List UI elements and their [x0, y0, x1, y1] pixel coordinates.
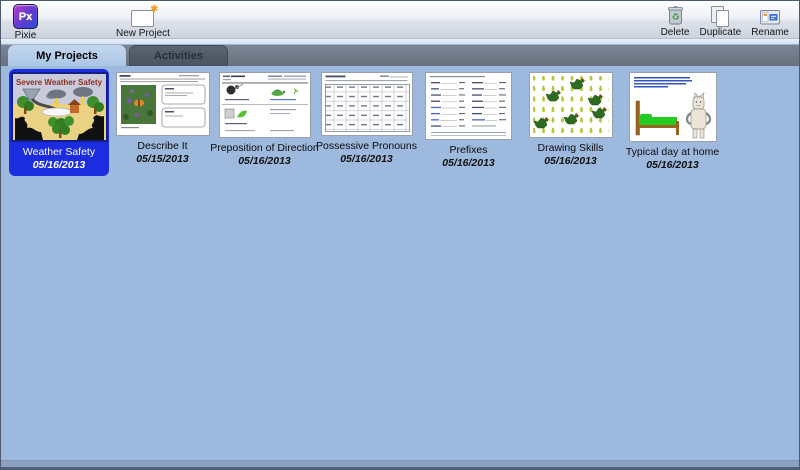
- project-date: 05/16/2013: [646, 159, 699, 171]
- projects-panel: Severe Weather Safety Weather Safety 05/…: [1, 66, 799, 464]
- bottom-edge-bar: [1, 460, 799, 469]
- pixie-app-label: Pixie: [14, 30, 37, 41]
- project-item-describe-it[interactable]: Describe It 05/15/2013: [114, 69, 211, 170]
- project-title: Drawing Skills: [537, 142, 604, 154]
- project-title: Preposition of Direction: [210, 142, 319, 154]
- project-item-possessive-pronouns[interactable]: Possessive Pronouns 05/16/2013: [316, 69, 417, 170]
- tab-activities[interactable]: Activities: [129, 45, 228, 66]
- project-date: 05/16/2013: [238, 155, 291, 167]
- project-item-preposition-of-direction[interactable]: Preposition of Direction 05/16/2013: [210, 69, 319, 172]
- weather-safety-thumbnail[interactable]: Severe Weather Safety: [10, 72, 108, 142]
- project-item-typical-day-at-home[interactable]: Typical day at home 05/16/2013: [624, 69, 721, 176]
- project-title: Possessive Pronouns: [316, 140, 417, 152]
- project-title: Typical day at home: [625, 146, 720, 158]
- thumbnail-caption: Severe Weather Safety: [15, 78, 102, 87]
- rename-field-icon: [760, 4, 781, 26]
- project-item-weather-safety[interactable]: Severe Weather Safety Weather Safety 05/…: [9, 69, 109, 176]
- project-item-prefixes[interactable]: Prefixes 05/16/2013: [420, 69, 517, 174]
- project-title: Prefixes: [449, 144, 488, 156]
- drawing-skills-thumbnail[interactable]: [528, 72, 613, 138]
- new-project-label: New Project: [116, 28, 170, 39]
- duplicate-pages-icon: [710, 4, 730, 27]
- projects-row: Severe Weather Safety Weather Safety 05/…: [9, 69, 799, 176]
- duplicate-label: Duplicate: [699, 27, 742, 38]
- project-date: 05/16/2013: [32, 159, 86, 171]
- prefixes-thumbnail[interactable]: [425, 72, 512, 140]
- delete-button[interactable]: ♻ Delete: [657, 1, 694, 38]
- pixie-app-icon: Px: [13, 4, 38, 29]
- rename-button[interactable]: Rename: [747, 1, 793, 38]
- project-date: 05/16/2013: [340, 153, 393, 165]
- toolbar: Px Pixie ✱ New Project ♻ Delete Duplicat…: [1, 1, 799, 41]
- project-date: 05/15/2013: [136, 153, 189, 165]
- pixie-window: Px Pixie ✱ New Project ♻ Delete Duplicat…: [0, 0, 800, 470]
- pixie-app-button[interactable]: Px Pixie: [9, 1, 42, 41]
- preposition-thumbnail[interactable]: [218, 72, 311, 138]
- project-date: 05/16/2013: [544, 155, 597, 167]
- tab-bar: My Projects Activities: [1, 45, 799, 66]
- duplicate-button[interactable]: Duplicate: [695, 1, 745, 38]
- new-document-icon: ✱: [131, 5, 158, 27]
- typical-day-thumbnail[interactable]: [628, 72, 717, 142]
- project-item-drawing-skills[interactable]: Drawing Skills 05/16/2013: [522, 69, 619, 172]
- possessive-pronouns-thumbnail[interactable]: [320, 72, 413, 136]
- svg-text:♻: ♻: [671, 13, 679, 23]
- describe-it-thumbnail[interactable]: [115, 72, 210, 136]
- rename-label: Rename: [751, 27, 789, 38]
- tab-my-projects[interactable]: My Projects: [8, 45, 126, 66]
- trash-icon: ♻: [667, 4, 684, 26]
- new-project-button[interactable]: ✱ New Project: [112, 1, 174, 39]
- delete-label: Delete: [660, 27, 690, 38]
- project-title: Describe It: [137, 140, 188, 152]
- project-title: Weather Safety: [22, 146, 96, 158]
- project-date: 05/16/2013: [442, 157, 495, 169]
- new-star-icon: ✱: [150, 4, 159, 15]
